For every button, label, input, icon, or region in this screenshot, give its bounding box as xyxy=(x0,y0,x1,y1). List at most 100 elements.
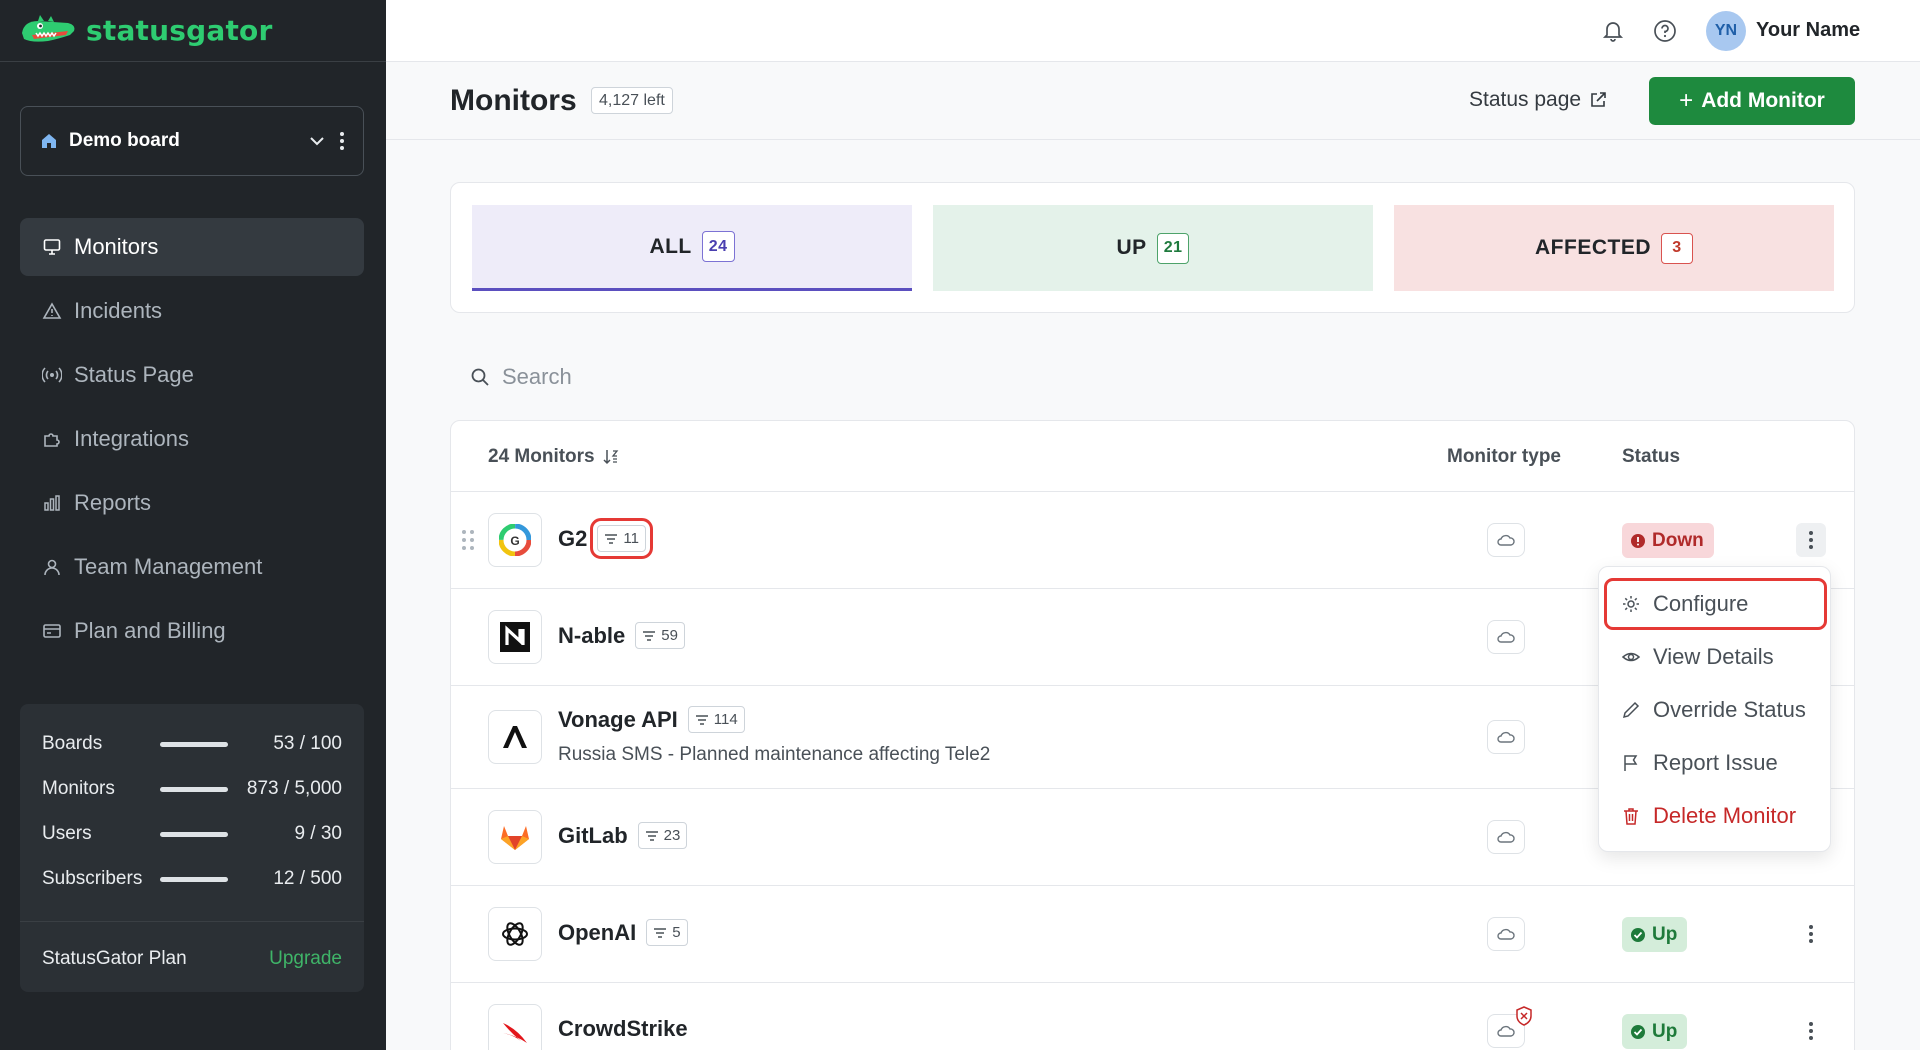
broadcast-icon xyxy=(42,365,62,385)
user-name[interactable]: Your Name xyxy=(1756,19,1860,42)
filter-icon xyxy=(643,630,656,641)
sidebar-item-plan-and-billing[interactable]: Plan and Billing xyxy=(20,602,364,660)
menu-item-override-status[interactable]: Override Status xyxy=(1607,687,1824,733)
menu-item-label: Configure xyxy=(1653,591,1749,616)
monitor-icon xyxy=(42,237,62,257)
flag-icon xyxy=(1624,755,1638,771)
sort-icon xyxy=(603,450,618,465)
menu-item-label: Delete Monitor xyxy=(1653,803,1797,828)
status-label: Up xyxy=(1652,1020,1678,1042)
monitor-name[interactable]: N-able xyxy=(558,623,625,649)
gear-icon xyxy=(1623,596,1639,612)
check-circle-icon xyxy=(1631,927,1645,942)
row-menu-icon[interactable] xyxy=(1796,1014,1826,1048)
monitor-context-menu: Configure View Details Override Status R… xyxy=(1598,566,1831,852)
plan-name: StatusGator Plan xyxy=(42,948,187,969)
search-input[interactable] xyxy=(502,364,1002,390)
status-badge: Down xyxy=(1622,523,1714,558)
cloud-icon xyxy=(1487,820,1525,854)
monitor-count: 24 Monitors xyxy=(488,446,595,467)
monitor-count-sort[interactable]: 24 Monitors xyxy=(488,446,619,468)
chevron-down-icon[interactable] xyxy=(307,131,327,151)
sidebar-item-integrations[interactable]: Integrations xyxy=(20,410,364,468)
bell-icon[interactable] xyxy=(1600,18,1626,44)
sidebar-item-label: Plan and Billing xyxy=(74,618,226,643)
monitor-name[interactable]: OpenAI xyxy=(558,920,636,946)
component-filter-badge[interactable]: 11 xyxy=(590,518,653,559)
component-filter-badge[interactable]: 5 xyxy=(646,919,688,946)
openai-logo-icon xyxy=(488,907,542,961)
sidebar-item-status-page[interactable]: Status Page xyxy=(20,346,364,404)
warning-icon xyxy=(42,301,62,321)
table-row[interactable]: OpenAI 5 Up xyxy=(451,886,1854,983)
table-row[interactable]: CrowdStrike Up xyxy=(451,983,1854,1050)
sidebar: statusgator Demo board Monitors Incident… xyxy=(0,0,386,1050)
usage-bar xyxy=(160,876,228,882)
table-header: 24 Monitors Monitor type Status xyxy=(451,421,1854,492)
sidebar-item-reports[interactable]: Reports xyxy=(20,474,364,532)
logo[interactable]: statusgator xyxy=(0,0,386,62)
cloud-icon xyxy=(1487,523,1525,557)
alligator-logo-icon xyxy=(18,11,80,51)
component-filter-badge[interactable]: 23 xyxy=(637,822,688,849)
drag-handle-icon[interactable] xyxy=(461,528,475,552)
status-page-link[interactable]: Status page xyxy=(1469,88,1607,112)
top-bar: YN Your Name xyxy=(386,0,1920,62)
component-filter-badge[interactable]: 59 xyxy=(635,622,685,649)
component-count: 59 xyxy=(661,627,678,644)
tab-all[interactable]: ALL 24 xyxy=(472,205,912,291)
component-count: 114 xyxy=(713,711,738,728)
usage-bar xyxy=(160,786,228,792)
menu-item-delete-monitor[interactable]: Delete Monitor xyxy=(1607,793,1824,839)
menu-item-report-issue[interactable]: Report Issue xyxy=(1607,740,1824,786)
alert-icon xyxy=(1631,533,1645,548)
sidebar-item-label: Status Page xyxy=(74,362,194,387)
status-badge: Up xyxy=(1622,917,1688,952)
avatar[interactable]: YN xyxy=(1706,11,1746,51)
filter-tabs: ALL 24 UP 21 AFFECTED 3 xyxy=(450,182,1855,313)
usage-panel: Boards 53 / 100 Monitors 873 / 5,000 Use… xyxy=(20,704,364,992)
tab-count: 3 xyxy=(1661,232,1693,264)
component-filter-badge[interactable]: 114 xyxy=(687,706,745,733)
gitlab-logo-icon xyxy=(488,810,542,864)
pencil-icon xyxy=(1622,701,1640,719)
add-monitor-button[interactable]: + Add Monitor xyxy=(1649,77,1855,125)
usage-row-subscribers: Subscribers 12 / 500 xyxy=(42,867,342,891)
menu-item-configure[interactable]: Configure xyxy=(1604,578,1827,630)
board-menu-icon[interactable] xyxy=(339,131,345,151)
monitor-name-wrap: OpenAI 5 xyxy=(558,919,688,946)
eye-icon xyxy=(1621,652,1641,662)
tab-count: 24 xyxy=(701,231,735,262)
usage-value: 873 / 5,000 xyxy=(246,778,342,799)
component-count: 5 xyxy=(672,924,681,941)
remaining-badge: 4,127 left xyxy=(591,87,673,114)
row-menu-icon[interactable] xyxy=(1796,523,1826,557)
row-menu-icon[interactable] xyxy=(1796,917,1826,951)
tab-affected[interactable]: AFFECTED 3 xyxy=(1394,205,1834,291)
sidebar-item-label: Monitors xyxy=(74,234,159,259)
monitor-name[interactable]: G2 xyxy=(558,526,587,552)
sidebar-item-team-management[interactable]: Team Management xyxy=(20,538,364,596)
menu-item-view-details[interactable]: View Details xyxy=(1607,634,1824,680)
tab-up[interactable]: UP 21 xyxy=(933,205,1373,291)
puzzle-icon xyxy=(42,429,62,449)
sidebar-item-label: Reports xyxy=(74,490,152,515)
monitor-name[interactable]: GitLab xyxy=(558,823,628,849)
tab-label: UP xyxy=(1116,236,1147,259)
sidebar-item-monitors[interactable]: Monitors xyxy=(20,218,364,276)
usage-label: Boards xyxy=(42,733,103,754)
cloud-icon xyxy=(1487,917,1525,951)
monitor-name[interactable]: Vonage API xyxy=(558,707,678,733)
sidebar-item-incidents[interactable]: Incidents xyxy=(20,282,364,340)
board-selector[interactable]: Demo board xyxy=(20,106,364,176)
tab-label: AFFECTED xyxy=(1535,236,1651,259)
search-bar xyxy=(470,362,1070,392)
help-icon[interactable] xyxy=(1652,18,1678,44)
monitor-incident-summary[interactable]: Russia SMS - Planned maintenance affecti… xyxy=(558,744,990,766)
menu-item-label: View Details xyxy=(1653,644,1774,669)
page-title: Monitors xyxy=(450,84,577,117)
filter-icon xyxy=(605,533,618,544)
upgrade-link[interactable]: Upgrade xyxy=(269,948,342,970)
status-label: Up xyxy=(1652,923,1678,945)
monitor-name[interactable]: CrowdStrike xyxy=(558,1016,688,1042)
